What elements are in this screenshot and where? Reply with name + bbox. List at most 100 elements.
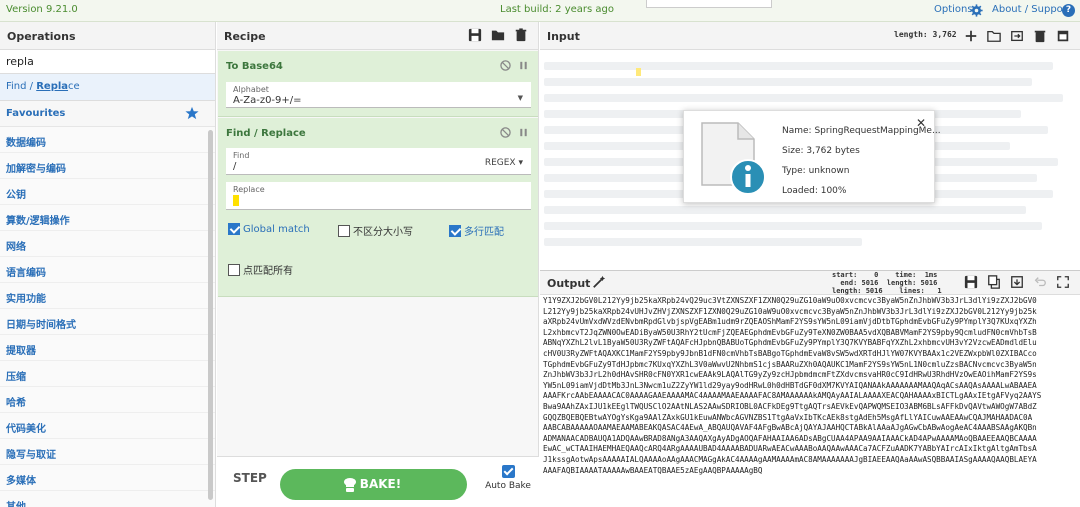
open-file-icon[interactable] (1010, 29, 1024, 43)
output-line: ABNqYXZhL2lvL1ByaW50U3RyZWFtAQAFcHJpbnQB… (543, 338, 1037, 348)
output-line: L212Yy9jb25kaXRpb24vUHJvZHVjZXNSZXF1ZXN0… (543, 306, 1037, 316)
result-suffix: ce (68, 81, 80, 92)
to-base64-title: To Base64 (226, 61, 283, 72)
checkbox-checked-icon (228, 223, 240, 235)
category-utils[interactable]: 实用功能 (0, 283, 215, 309)
multiline-checkbox[interactable]: 多行匹配 (449, 223, 504, 238)
undo-icon[interactable] (1033, 275, 1047, 289)
output-line: ZnJhbWV3b3JrL2h0dHAvSHR0cFN0YXR1cwEAAk9L… (543, 370, 1037, 380)
output-header: Output start: 0 time: 1ms end: 5016 leng… (540, 271, 1080, 295)
category-multimedia[interactable]: 多媒体 (0, 465, 215, 491)
output-line: AABCABAAAAAOAAMAEAAMABEAKQASAC4AEwA_ABQA… (543, 423, 1037, 433)
trash-icon[interactable] (1033, 29, 1047, 43)
about-support-link[interactable]: About / Support (992, 4, 1071, 15)
category-encryption[interactable]: 加解密与编码 (0, 153, 215, 179)
case-insensitive-checkbox[interactable]: 不区分大小写 (338, 223, 413, 238)
file-details-card: Name: SpringRequestMappingMe... Size: 3,… (683, 110, 941, 203)
output-stats: start: 0 time: 1ms end: 5016 length: 501… (832, 271, 942, 295)
output-panel: Output start: 0 time: 1ms end: 5016 leng… (540, 270, 1080, 507)
checkbox-unchecked-icon (228, 263, 240, 276)
version-label: Version 9.21.0 (6, 4, 78, 15)
operation-result-find-replace[interactable]: Find / Replace (0, 74, 215, 101)
step-button[interactable]: STEP (233, 471, 267, 485)
category-arithmetic-logic[interactable]: 算数/逻辑操作 (0, 205, 215, 231)
find-input[interactable]: Find / REGEX ▾ (226, 148, 531, 175)
save-icon[interactable] (468, 28, 482, 42)
output-text-area[interactable]: Y1Y9ZXJ2bGV0L212Yy9jb25kaXRpb24vQ29uc3Vt… (543, 296, 1075, 507)
input-panel: Input length: 3,762 Name: SpringRequestM… (540, 22, 1080, 270)
category-extractors[interactable]: 提取器 (0, 335, 215, 361)
replace-input[interactable]: Replace (226, 182, 531, 210)
checkbox-checked-icon (449, 224, 461, 237)
pause-icon[interactable] (518, 60, 529, 71)
output-line: TGphdmEvbGFuZy9TdHJpbmc7KUxqYXZhL3V0aWwv… (543, 359, 1037, 369)
favourites-label: Favourites (6, 108, 66, 119)
file-loaded: Loaded: 100% (782, 186, 847, 196)
category-data-encoding[interactable]: 数据编码 (0, 127, 215, 153)
checkbox-checked-icon (501, 465, 515, 478)
category-compression[interactable]: 压缩 (0, 361, 215, 387)
category-other[interactable]: 其他 (0, 491, 215, 507)
category-hashing[interactable]: 哈希 (0, 387, 215, 413)
trash-icon[interactable] (514, 28, 528, 42)
operations-search-input[interactable]: repla (0, 50, 215, 74)
reset-layout-icon[interactable] (1056, 29, 1070, 43)
chef-hat-icon (344, 478, 356, 492)
add-tab-icon[interactable] (964, 29, 978, 43)
open-folder-icon[interactable] (987, 29, 1001, 43)
magic-wand-icon[interactable] (592, 275, 606, 289)
disable-icon[interactable] (500, 60, 511, 71)
top-bar: Version 9.21.0 Last build: 2 years ago O… (0, 0, 1080, 22)
folder-open-icon[interactable] (491, 28, 505, 42)
category-networking[interactable]: 网络 (0, 231, 215, 257)
output-title: Output (547, 277, 591, 290)
global-match-label: Global match (243, 223, 310, 235)
star-icon (185, 106, 199, 120)
category-language[interactable]: 语言编码 (0, 257, 215, 283)
output-stats-line1: start: 0 time: 1ms (832, 271, 938, 279)
output-line: Bwa9AAhZAxIJU1kEEglTWQUSClO2AAtNLAS2AAwS… (543, 401, 1037, 411)
close-icon[interactable]: ✕ (916, 116, 926, 130)
help-icon[interactable]: ? (1062, 4, 1075, 17)
find-mode-dropdown[interactable]: REGEX ▾ (485, 158, 523, 168)
find-replace-operation[interactable]: Find / Replace Find / REGEX ▾ Replace Gl… (218, 118, 538, 297)
output-line: ADMANAACADBAUQA1ADQAAwBRAD8ANgA3AAQAXgAy… (543, 433, 1037, 443)
alphabet-select[interactable]: Alphabet A-Za-z0-9+/= ▼ (226, 82, 531, 108)
maximize-icon[interactable] (1056, 275, 1070, 289)
find-value: / (233, 161, 237, 172)
dot-matches-all-checkbox[interactable]: 点匹配所有 (228, 262, 293, 277)
output-line: L2xhbmcvT2JqZWN0OwEADiByaW50U3RhY2tUcmFj… (543, 327, 1037, 337)
copy-icon[interactable] (987, 275, 1001, 289)
bake-button[interactable]: BAKE! (280, 469, 467, 500)
chevron-down-icon: ▼ (517, 94, 523, 102)
category-public-key[interactable]: 公钥 (0, 179, 215, 205)
output-line: AAAFAQBIAAAATAAAAAwBAAEATQBAAE5zAEgAAQBP… (543, 465, 763, 475)
dot-matches-all-label: 点匹配所有 (243, 266, 293, 277)
operations-title: Operations (0, 22, 215, 50)
gear-icon[interactable] (970, 4, 983, 17)
options-link[interactable]: Options (934, 4, 973, 15)
cursor-highlight (233, 195, 239, 206)
save-output-icon[interactable] (964, 275, 978, 289)
category-forensics[interactable]: 隐写与取证 (0, 439, 215, 465)
output-line: GQQZBQEBQEBtwAYOgYsKga9AAlZAxkGU1kEuwANW… (543, 412, 1033, 422)
result-prefix: Find / (6, 81, 37, 92)
alphabet-value: A-Za-z0-9+/= (233, 95, 302, 106)
favourites-category[interactable]: Favourites (0, 101, 215, 127)
output-line: YW5nL09iamVjdDtMb3JnL3Nwcm1uZ2ZyYW1ld29y… (543, 380, 1037, 390)
pause-icon[interactable] (518, 127, 529, 138)
operations-scrollbar[interactable] (208, 130, 213, 500)
auto-bake-checkbox[interactable]: Auto Bake (485, 465, 531, 491)
output-stats-line2: end: 5016 length: 5016 (832, 279, 938, 287)
output-line: cHV0U3RyZWFtAQAXKC1MamF2YS9pby9JbnB1dFN0… (543, 348, 1037, 358)
to-base64-operation[interactable]: To Base64 Alphabet A-Za-z0-9+/= ▼ (218, 51, 538, 117)
replace-value (233, 195, 239, 207)
disable-icon[interactable] (500, 127, 511, 138)
global-match-checkbox[interactable]: Global match (228, 223, 310, 235)
replace-input-icon[interactable] (1010, 275, 1024, 289)
alphabet-label: Alphabet (233, 85, 269, 94)
find-mode-label: REGEX (484, 158, 516, 168)
category-date-time[interactable]: 日期与时间格式 (0, 309, 215, 335)
category-code-tidy[interactable]: 代码美化 (0, 413, 215, 439)
last-build-link[interactable]: Last build: 2 years ago (500, 4, 614, 15)
